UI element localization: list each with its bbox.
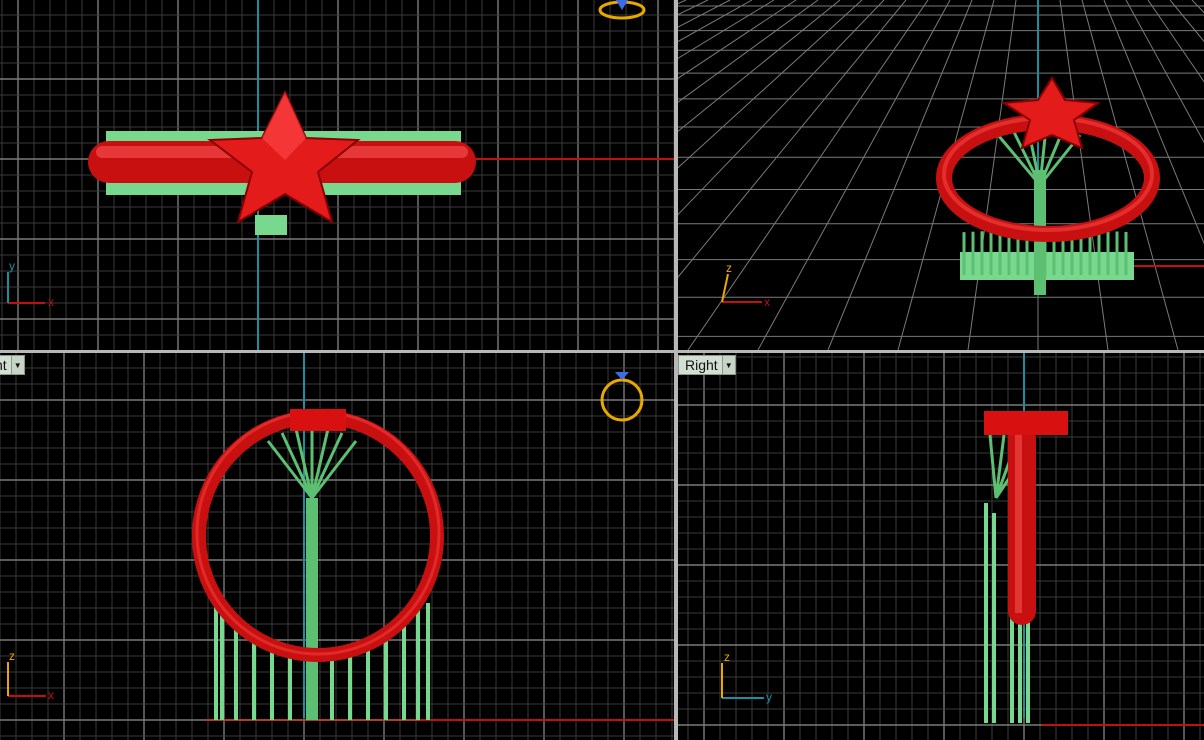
axis-label-y: y <box>766 690 772 704</box>
viewport-perspective[interactable]: x z <box>678 0 1204 350</box>
axis-label-z: z <box>9 649 15 663</box>
viewport-top[interactable]: x y <box>0 0 674 350</box>
axis-label-z: z <box>726 261 732 275</box>
support-fan <box>266 428 358 499</box>
viewport-front[interactable]: x z nt ▼ <box>0 353 674 740</box>
axis-label-x: x <box>764 295 770 309</box>
viewport-tab-label: nt <box>0 357 7 373</box>
viewport-divider-vertical[interactable] <box>674 0 678 740</box>
ring-band <box>936 114 1160 242</box>
perspective-viewport-canvas[interactable]: x z <box>678 0 1204 350</box>
viewport-right[interactable]: y z Right ▼ <box>678 353 1204 740</box>
axis-label-z: z <box>724 650 730 664</box>
front-viewport-canvas[interactable]: x z <box>0 353 674 740</box>
viewport-tab-right[interactable]: Right ▼ <box>678 355 736 375</box>
axis-indicator-front <box>7 662 46 697</box>
axis-indicator-persp <box>721 273 762 303</box>
top-viewport-canvas[interactable]: x y <box>0 0 674 350</box>
axis-label-x: x <box>48 295 54 309</box>
chevron-down-icon[interactable]: ▼ <box>10 356 24 374</box>
axis-label-x: x <box>48 688 54 702</box>
viewport-tab-front[interactable]: nt ▼ <box>0 355 25 375</box>
axis-label-y: y <box>9 259 15 273</box>
support-stem <box>306 498 318 720</box>
viewport-divider-horizontal[interactable] <box>0 350 1204 353</box>
star-right <box>984 411 1068 435</box>
viewport-tab-label: Right <box>685 357 718 373</box>
grid <box>678 353 1204 740</box>
support-stem <box>255 215 287 235</box>
chevron-down-icon[interactable]: ▼ <box>721 356 735 374</box>
star-front <box>290 409 346 431</box>
right-viewport-canvas[interactable]: y z <box>678 353 1204 740</box>
